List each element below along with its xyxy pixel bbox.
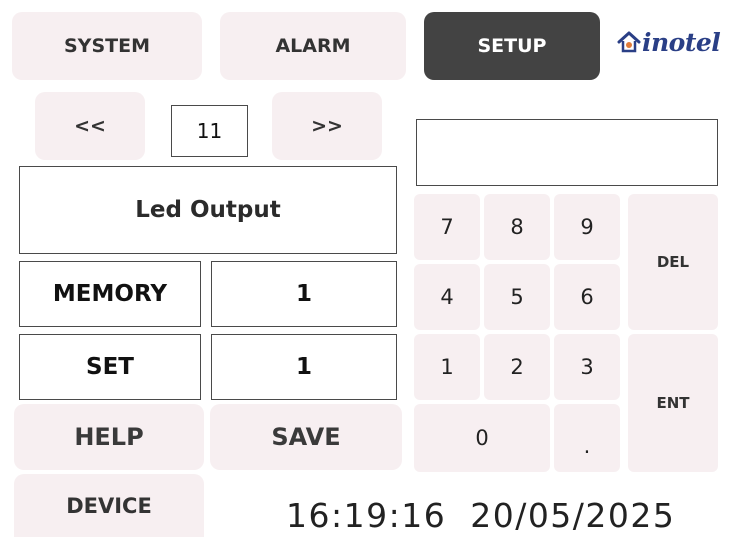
alarm-tab-label: ALARM bbox=[275, 35, 351, 57]
memory-value: 1 bbox=[211, 261, 397, 327]
next-page-button[interactable]: >> bbox=[272, 92, 382, 160]
system-tab[interactable]: SYSTEM bbox=[12, 12, 202, 80]
enter-key[interactable]: ENT bbox=[628, 334, 718, 472]
memory-label-text: MEMORY bbox=[52, 281, 168, 307]
page-number: 11 bbox=[171, 105, 248, 157]
key-2-label: 2 bbox=[510, 355, 524, 379]
setup-tab-label: SETUP bbox=[477, 35, 547, 57]
time-display: 16:19:16 bbox=[286, 496, 447, 535]
key-7-label: 7 bbox=[440, 215, 454, 239]
parameter-name: Led Output bbox=[19, 166, 397, 254]
set-value-text: 1 bbox=[295, 354, 312, 380]
prev-page-button[interactable]: << bbox=[35, 92, 145, 160]
key-0[interactable]: 0 bbox=[414, 404, 550, 472]
system-tab-label: SYSTEM bbox=[64, 35, 150, 57]
save-button[interactable]: SAVE bbox=[210, 404, 402, 470]
save-button-label: SAVE bbox=[271, 423, 341, 451]
alarm-tab[interactable]: ALARM bbox=[220, 12, 406, 80]
device-button-label: DEVICE bbox=[66, 493, 152, 518]
set-label: SET bbox=[19, 334, 201, 400]
date-display: 20/05/2025 bbox=[470, 496, 676, 535]
parameter-name-value: Led Output bbox=[135, 197, 281, 223]
key-9-label: 9 bbox=[580, 215, 594, 239]
memory-label: MEMORY bbox=[19, 261, 201, 327]
page-number-value: 11 bbox=[196, 119, 223, 143]
key-8[interactable]: 8 bbox=[484, 194, 550, 260]
key-1-label: 1 bbox=[440, 355, 454, 379]
key-9[interactable]: 9 bbox=[554, 194, 620, 260]
key-6-label: 6 bbox=[580, 285, 594, 309]
next-page-label: >> bbox=[311, 115, 343, 137]
logo-text: inotel bbox=[642, 27, 721, 57]
key-4-label: 4 bbox=[440, 285, 454, 309]
key-0-label: 0 bbox=[475, 426, 489, 450]
set-value[interactable]: 1 bbox=[211, 334, 397, 400]
enter-key-label: ENT bbox=[656, 394, 690, 412]
key-5[interactable]: 5 bbox=[484, 264, 550, 330]
key-7[interactable]: 7 bbox=[414, 194, 480, 260]
key-6[interactable]: 6 bbox=[554, 264, 620, 330]
datetime-display: 16:19:16 20/05/2025 bbox=[286, 496, 675, 535]
key-3[interactable]: 3 bbox=[554, 334, 620, 400]
key-4[interactable]: 4 bbox=[414, 264, 480, 330]
key-1[interactable]: 1 bbox=[414, 334, 480, 400]
delete-key[interactable]: DEL bbox=[628, 194, 718, 330]
key-5-label: 5 bbox=[510, 285, 524, 309]
key-decimal[interactable]: . bbox=[554, 404, 620, 472]
memory-value-text: 1 bbox=[295, 281, 312, 307]
key-3-label: 3 bbox=[580, 355, 594, 379]
key-2[interactable]: 2 bbox=[484, 334, 550, 400]
setup-tab[interactable]: SETUP bbox=[424, 12, 600, 80]
device-button[interactable]: DEVICE bbox=[14, 474, 204, 537]
help-button-label: HELP bbox=[74, 423, 144, 451]
prev-page-label: << bbox=[74, 115, 106, 137]
set-label-text: SET bbox=[86, 354, 134, 380]
key-decimal-label: . bbox=[583, 434, 591, 458]
help-button[interactable]: HELP bbox=[14, 404, 204, 470]
house-icon bbox=[617, 31, 641, 53]
keypad-display bbox=[416, 119, 718, 186]
brand-logo: inotel bbox=[616, 22, 721, 62]
delete-key-label: DEL bbox=[656, 253, 690, 271]
key-8-label: 8 bbox=[510, 215, 524, 239]
